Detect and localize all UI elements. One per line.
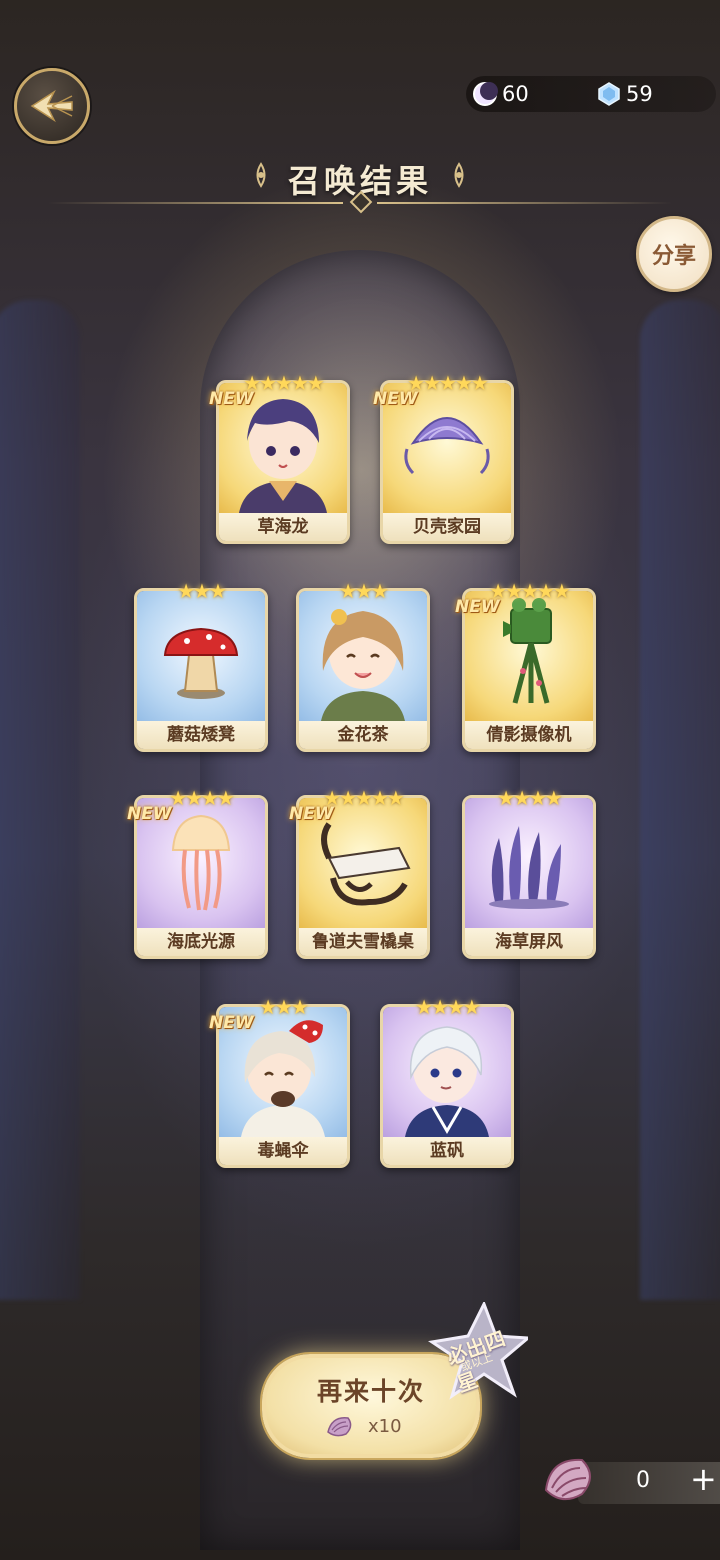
moon-currency: 60 — [472, 80, 529, 108]
result-card[interactable]: ★★★★★ NEW 草海龙 — [209, 371, 350, 544]
result-card[interactable]: ★★★★ NEW 海底光源 — [127, 786, 268, 959]
new-badge: NEW — [455, 597, 500, 617]
currency-bar: 60 59 — [466, 76, 716, 112]
summon-cost-value: x10 — [368, 1415, 402, 1437]
rarity-stars: ★★★ — [177, 579, 227, 603]
crystal-count: 59 — [626, 82, 653, 106]
rarity-stars: ★★★ — [339, 579, 389, 603]
character-portrait-icon — [321, 609, 405, 721]
card-name: 草海龙 — [219, 513, 347, 541]
background-pillar — [640, 300, 720, 1300]
card-art — [383, 1007, 511, 1137]
rarity-stars: ★★★★ — [497, 786, 563, 810]
divider — [377, 202, 672, 204]
crystal-icon — [598, 82, 620, 106]
seaweed-screen-icon — [489, 826, 569, 909]
card-name: 海草屏风 — [465, 928, 593, 956]
title-banner: 召唤结果 — [0, 150, 720, 220]
card-name: 毒蝇伞 — [219, 1137, 347, 1165]
shell-count-value: 0 — [636, 1468, 650, 1493]
guarantee-badge: 必出四星 或以上 — [424, 1302, 528, 1402]
rarity-stars: ★★★★ — [415, 995, 481, 1019]
share-button[interactable]: 分享 — [636, 216, 712, 292]
new-badge: NEW — [209, 389, 254, 409]
crystal-currency: 59 — [596, 80, 653, 108]
new-badge: NEW — [127, 804, 172, 824]
background-pillar — [0, 300, 80, 1300]
result-card[interactable]: ★★★ 金花茶 — [296, 579, 430, 752]
shell-icon — [327, 1417, 352, 1437]
card-name: 蓝矾 — [383, 1137, 511, 1165]
add-shell-button[interactable]: + — [690, 1460, 717, 1498]
card-name: 倩影摄像机 — [465, 721, 593, 749]
card-name: 金花茶 — [299, 721, 427, 749]
card-name: 贝壳家园 — [383, 513, 511, 541]
card-art — [137, 591, 265, 721]
back-arrow-icon — [30, 89, 73, 123]
new-badge: NEW — [289, 804, 334, 824]
shell-icon — [544, 1458, 591, 1501]
result-card[interactable]: ★★★ NEW 毒蝇伞 — [209, 995, 350, 1168]
result-card[interactable]: ★★★★ 海草屏风 — [462, 786, 596, 959]
card-name: 海底光源 — [137, 928, 265, 956]
result-card[interactable]: ★★★ 蘑菇矮凳 — [134, 579, 268, 752]
result-card[interactable]: ★★★★★ NEW 鲁道夫雪橇桌 — [289, 786, 430, 959]
card-art — [465, 798, 593, 928]
mushroom-stool-icon — [163, 627, 239, 699]
result-card[interactable]: ★★★★ 蓝矾 — [380, 995, 514, 1168]
result-card[interactable]: ★★★★★ NEW 倩影摄像机 — [455, 579, 596, 752]
summon-cost: x10 — [326, 1414, 402, 1438]
card-art — [299, 591, 427, 721]
back-button[interactable] — [14, 68, 90, 144]
shell-balance: 0 + — [544, 1456, 720, 1508]
moon-count: 60 — [502, 82, 529, 106]
result-card[interactable]: ★★★★★ NEW 贝壳家园 — [373, 371, 514, 544]
divider — [48, 202, 343, 204]
card-name: 蘑菇矮凳 — [137, 721, 265, 749]
moon-icon — [473, 82, 498, 106]
new-badge: NEW — [373, 389, 418, 409]
character-portrait-icon — [405, 1026, 489, 1137]
new-badge: NEW — [209, 1013, 254, 1033]
card-name: 鲁道夫雪橇桌 — [299, 928, 427, 956]
ornament-icon — [454, 162, 464, 188]
share-label: 分享 — [651, 244, 696, 269]
